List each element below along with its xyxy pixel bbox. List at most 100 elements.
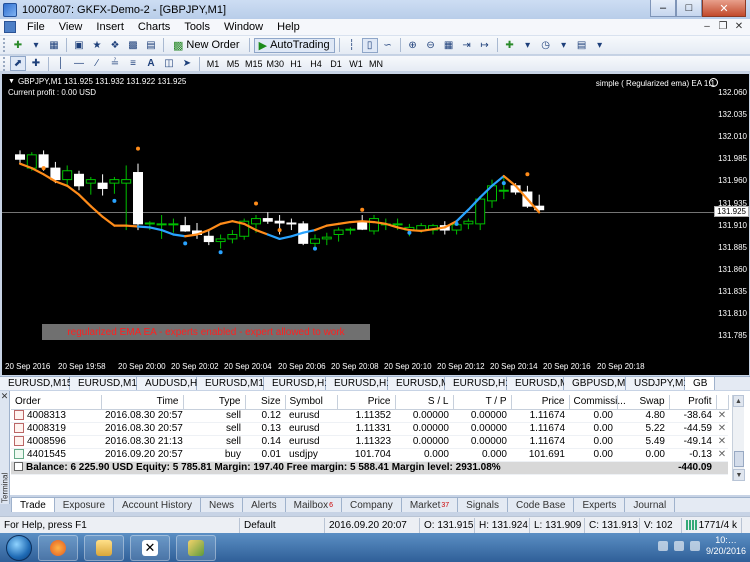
order-row[interactable]: 44015452016.09.20 20:57:01buy0.01usdjpy1… — [11, 448, 728, 462]
timeframe-m30[interactable]: M30 — [265, 57, 287, 71]
channel-icon[interactable]: ≟ — [107, 56, 123, 71]
trendline-icon[interactable]: ∕ — [89, 56, 105, 71]
mdi-restore-icon[interactable]: ❐ — [716, 20, 730, 33]
new-chart-icon[interactable]: ✚ — [10, 38, 26, 53]
menu-view[interactable]: View — [52, 21, 90, 33]
line-chart-icon[interactable]: ∽ — [380, 38, 396, 53]
menu-tools[interactable]: Tools — [177, 21, 217, 33]
chart-tab[interactable]: EURUSD,H1 — [326, 377, 392, 390]
strategy-tester-icon[interactable]: ▤ — [143, 38, 159, 53]
timeframe-h1[interactable]: H1 — [286, 57, 306, 71]
taskbar-metatrader[interactable] — [176, 534, 216, 561]
mdi-minimize-icon[interactable]: – — [700, 20, 714, 33]
timeframe-m5[interactable]: M5 — [223, 57, 243, 71]
tray-flag-icon[interactable] — [657, 541, 668, 551]
order-row[interactable]: 4008319 2016.08.30 20:57:35sell0.13eurusd… — [11, 422, 728, 436]
chart-tab[interactable]: EURUSD,H1 — [264, 377, 330, 390]
chart-shift-icon[interactable]: ⇥ — [459, 38, 475, 53]
dropdown-arrow-icon[interactable]: ▾ — [556, 38, 572, 53]
vertical-line-icon[interactable]: │ — [53, 56, 69, 71]
terminal-close-icon[interactable]: ✕ — [0, 391, 9, 401]
chart-tab[interactable]: AUDUSD,H1 — [137, 377, 203, 390]
periods-icon[interactable]: ◷ — [538, 38, 554, 53]
terminal-tab-trade[interactable]: Trade — [11, 498, 55, 512]
cursor-icon[interactable]: ⬈ — [10, 56, 26, 71]
column-header-tp[interactable]: T / P — [453, 395, 512, 410]
terminal-tab-market[interactable]: Market 37 — [402, 498, 459, 512]
timeframe-m15[interactable]: M15 — [243, 57, 265, 71]
dropdown-arrow-icon[interactable]: ▾ — [520, 38, 536, 53]
dropdown-arrow-icon[interactable]: ▾ — [592, 38, 608, 53]
terminal-tab-company[interactable]: Company — [342, 498, 402, 512]
column-header-sl[interactable]: S / L — [395, 395, 454, 410]
status-traffic[interactable]: 1771/4 k — [682, 517, 742, 533]
minimize-button[interactable]: – — [650, 0, 676, 17]
label-icon[interactable]: ◫ — [161, 56, 177, 71]
chart-tab[interactable]: EURUSD,H1 — [445, 377, 511, 390]
chart-tab[interactable]: GB — [685, 377, 715, 390]
zoom-in-icon[interactable]: ⊕ — [405, 38, 421, 53]
candlestick-chart-icon[interactable]: ▯ — [361, 37, 378, 53]
chart-tab[interactable]: GBPUSD,M1 — [564, 377, 631, 390]
column-header-profit[interactable]: Profit — [669, 395, 717, 410]
bar-chart-icon[interactable]: ┆ — [344, 38, 360, 53]
crosshair-icon[interactable]: ✚ — [28, 56, 44, 71]
terminal-icon[interactable]: ▩ — [125, 38, 141, 53]
terminal-tab-journal[interactable]: Journal — [625, 498, 676, 512]
timeframe-d1[interactable]: D1 — [326, 57, 346, 71]
taskbar-explorer[interactable] — [84, 534, 124, 561]
document-icon[interactable] — [4, 21, 16, 33]
new-order-button[interactable]: ▩ New Order — [168, 38, 245, 53]
chart-tab[interactable]: EURUSD,M15 — [197, 377, 269, 390]
column-header-time[interactable]: Time — [101, 395, 184, 410]
terminal-tab-account-history[interactable]: Account History — [114, 498, 202, 512]
column-header-type[interactable]: Type — [183, 395, 246, 410]
tray-network-icon[interactable] — [673, 541, 684, 551]
taskbar-trading-app[interactable]: ✕ — [130, 534, 170, 561]
column-header-size[interactable]: Size — [245, 395, 286, 410]
chart-tab[interactable]: USDJPY,M1 — [626, 377, 689, 390]
chart-tab[interactable]: EURUSD,M15 — [70, 377, 142, 390]
tile-windows-icon[interactable]: ▦ — [441, 38, 457, 53]
terminal-tab-mailbox[interactable]: Mailbox 6 — [286, 498, 342, 512]
start-button[interactable] — [6, 534, 32, 561]
toolbar-grip[interactable] — [3, 38, 6, 52]
navigator-icon[interactable]: ❖ — [107, 38, 123, 53]
chart-tab[interactable]: EURUSD,M15 — [0, 377, 72, 390]
scroll-up-icon[interactable]: ▲ — [733, 395, 744, 407]
fibonacci-icon[interactable]: ≡ — [125, 56, 141, 71]
tray-volume-icon[interactable] — [689, 541, 700, 551]
menu-file[interactable]: File — [20, 21, 52, 33]
collapse-arrow-icon[interactable]: ▼ — [8, 78, 15, 85]
tray-clock[interactable]: 10:… 9/20/2016 — [706, 535, 746, 557]
terminal-tab-exposure[interactable]: Exposure — [55, 498, 115, 512]
scroll-thumb[interactable] — [734, 451, 744, 467]
dropdown-arrow-icon[interactable]: ▾ — [28, 38, 44, 53]
menu-insert[interactable]: Insert — [89, 21, 131, 33]
price-axis[interactable]: 132.060 132.035 132.010 131.985 131.960 131.9… — [714, 74, 749, 375]
terminal-tab-alerts[interactable]: Alerts — [243, 498, 286, 512]
text-icon[interactable]: A — [143, 56, 159, 71]
terminal-tab-experts[interactable]: Experts — [574, 498, 626, 512]
terminal-tab-signals[interactable]: Signals — [458, 498, 508, 512]
horizontal-line-icon[interactable]: — — [71, 56, 87, 71]
chart-tab[interactable]: EURUSD,M1 — [507, 377, 574, 390]
indicators-icon[interactable]: ✚ — [502, 38, 518, 53]
column-header-price[interactable]: Price — [337, 395, 396, 410]
timeframe-m1[interactable]: M1 — [203, 57, 223, 71]
terminal-tab-news[interactable]: News — [201, 498, 244, 512]
maximize-button[interactable]: □ — [676, 0, 702, 17]
menu-charts[interactable]: Charts — [131, 21, 177, 33]
arrows-icon[interactable]: ➤ — [179, 56, 195, 71]
chart-tab[interactable]: EURUSD,M1 — [388, 377, 455, 390]
templates-icon[interactable]: ▤ — [574, 38, 590, 53]
menu-help[interactable]: Help — [270, 21, 307, 33]
status-profile[interactable]: Default — [240, 517, 325, 533]
taskbar-firefox[interactable] — [38, 534, 78, 561]
timeframe-w1[interactable]: W1 — [346, 57, 366, 71]
menu-window[interactable]: Window — [217, 21, 270, 33]
price-chart[interactable]: ▼ GBPJPY,M1 131.925 131.932 131.922 131.9… — [2, 74, 749, 375]
toolbar-grip[interactable] — [3, 56, 6, 71]
mdi-close-icon[interactable]: ✕ — [732, 20, 746, 33]
order-row[interactable]: 4008313 2016.08.30 20:57:32sell0.12eurusd… — [11, 409, 728, 423]
